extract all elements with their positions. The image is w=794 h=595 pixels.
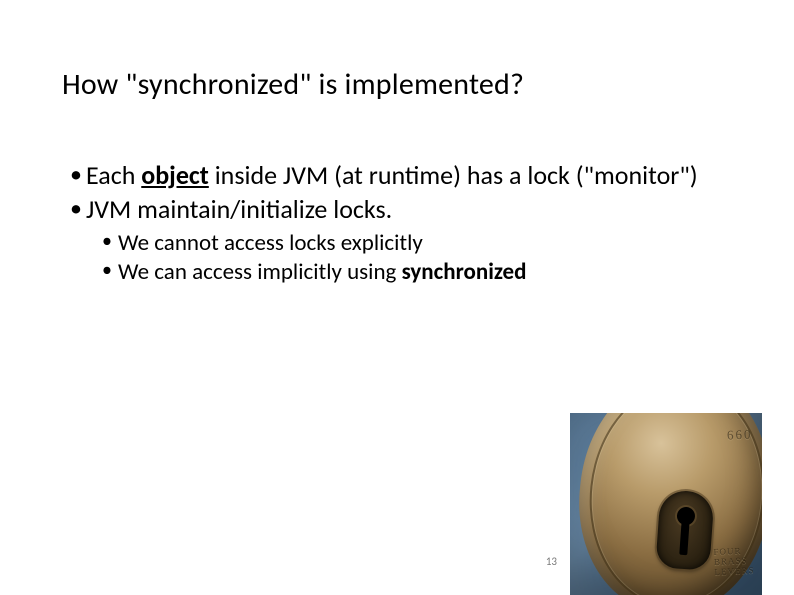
bullet-text: JVM maintain/initialize locks. [86, 193, 392, 225]
bullet-keyword-synchronized: synchronized [402, 258, 527, 286]
padlock-stamp-text: FOUR BRASS LEVERS [713, 546, 755, 578]
slide: How "synchronized" is implemented? Each … [0, 0, 794, 595]
keyhole-plate [655, 489, 714, 571]
keyhole-slot [679, 521, 689, 555]
sub-bullet-item: We cannot access locks explicitly [102, 229, 734, 257]
sub-bullet-group: We cannot access locks explicitly We can… [102, 229, 734, 286]
bullet-item: JVM maintain/initialize locks. [70, 194, 734, 226]
slide-body: Each object inside JVM (at runtime) has … [70, 160, 734, 288]
bullet-text: inside JVM (at runtime) has a lock ("mon… [209, 159, 698, 191]
bullet-item: Each object inside JVM (at runtime) has … [70, 160, 734, 192]
padlock-image: 660 FOUR BRASS LEVERS [570, 413, 762, 595]
bullet-text: Each [86, 159, 141, 191]
slide-title: How "synchronized" is implemented? [62, 66, 524, 103]
padlock-stamp-number: 660 [726, 427, 752, 444]
sub-bullet-item: We can access implicitly using synchroni… [102, 258, 734, 286]
page-number: 13 [546, 555, 557, 568]
bullet-text: We cannot access locks explicitly [118, 229, 423, 257]
stamp-line: LEVERS [714, 566, 754, 578]
bullet-keyword-object: object [141, 159, 209, 191]
bullet-text: We can access implicitly using [118, 258, 402, 286]
